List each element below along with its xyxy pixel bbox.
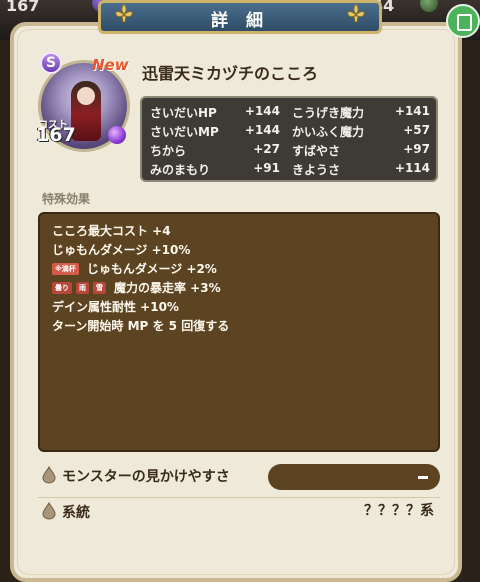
orb-icon — [420, 0, 438, 12]
minus-icon — [418, 476, 428, 479]
effect-item: ※満杯 じゅもんダメージ +2% — [52, 260, 217, 277]
condition-tag: ※満杯 — [52, 262, 79, 275]
screenshot-share-button[interactable] — [446, 4, 480, 38]
fleur-de-lis-icon — [347, 3, 365, 23]
slime-drop-icon — [42, 466, 56, 484]
effect-item: 曇り 雨 雪 魔力の暴走率 +3% — [52, 279, 221, 296]
effect-item: じゅもんダメージ +10% — [52, 243, 191, 257]
effect-item: こころ最大コスト +4 — [52, 224, 171, 238]
divider — [38, 497, 440, 498]
monster-face — [77, 87, 95, 105]
monster-visibility-label: モンスターの見かけやすさ — [62, 469, 230, 485]
top-left-value: 167 — [6, 0, 40, 15]
window-title: 詳 細 — [211, 11, 269, 31]
special-effects-box: こころ最大コスト +4 じゅもんダメージ +10% ※満杯 じゅもんダメージ +… — [38, 212, 440, 452]
new-badge: New — [92, 56, 129, 74]
effect-item: ターン開始時 MP を 5 回復する — [52, 319, 230, 333]
condition-tag: 雨 — [76, 281, 89, 294]
lineage-label: 系統 — [62, 505, 90, 521]
cost-value: 167 — [36, 124, 76, 146]
condition-tag: 雪 — [93, 281, 106, 294]
condition-tag: 曇り — [52, 281, 72, 294]
monster-visibility-value[interactable] — [268, 464, 440, 490]
title-banner: 詳 細 — [98, 0, 382, 34]
fleur-de-lis-icon — [115, 3, 133, 23]
document-icon — [457, 14, 472, 31]
effect-item: デイン属性耐性 +10% — [52, 300, 179, 314]
stats-table: さいだいHP +144 こうげき魔力 +141 さいだいMP +144 かいふく魔力 +… — [140, 96, 438, 182]
rank-badge: S — [40, 52, 62, 74]
purple-orb-icon — [108, 126, 126, 144]
lineage-value: ？？？？系 — [364, 503, 434, 519]
slime-drop-icon — [42, 502, 56, 520]
special-effects-label: 特殊効果 — [42, 192, 91, 206]
heart-name: 迅雷天ミカヅチのこころ — [142, 64, 319, 83]
